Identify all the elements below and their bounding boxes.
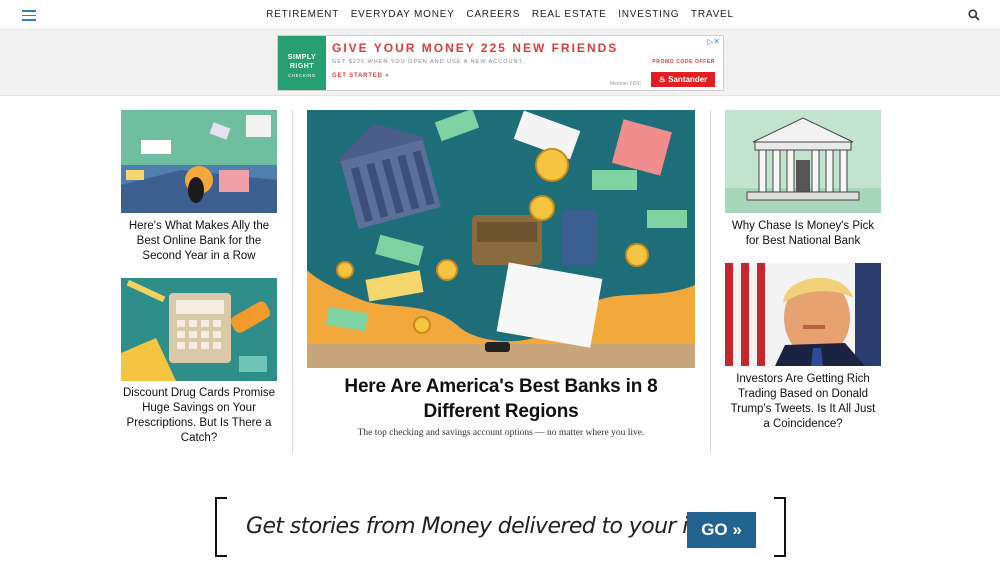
column-divider-left [292,110,293,452]
nav-real-estate[interactable]: REAL ESTATE [532,9,607,20]
column-divider-right [710,110,711,452]
santander-ad[interactable]: SIMPLY RIGHT CHECKING GIVE YOUR MONEY 22… [277,35,724,91]
bracket-right [774,497,786,557]
ad-headline: GIVE YOUR MONEY 225 NEW FRIENDS [332,41,619,55]
top-nav: RETIREMENT EVERYDAY MONEY CAREERS REAL E… [0,0,1000,30]
story-title-chase[interactable]: Why Chase Is Money's Pick for Best Natio… [726,219,880,249]
nav-investing[interactable]: INVESTING [618,9,679,20]
story-image-ally[interactable] [121,110,277,213]
main-story-title[interactable]: Here Are America's Best Banks in 8 Diffe… [307,374,695,424]
ad-choices-icon[interactable]: ▷✕ [707,37,720,46]
ad-subline: GET $225 WHEN YOU OPEN AND USE A NEW ACC… [332,59,525,65]
nav-careers[interactable]: CAREERS [466,9,520,20]
ad-promo-text: PROMO CODE OFFER [652,59,715,65]
newsletter-go-button[interactable]: GO » [687,512,756,548]
story-title-drug-cards[interactable]: Discount Drug Cards Promise Huge Savings… [122,386,276,446]
nav-travel[interactable]: TRAVEL [691,9,734,20]
ad-get-started-link[interactable]: GET STARTED » [332,73,389,79]
nav-retirement[interactable]: RETIREMENT [266,9,339,20]
story-image-trump[interactable] [725,263,881,366]
section-nav: RETIREMENT EVERYDAY MONEY CAREERS REAL E… [0,9,1000,20]
ad-band: SIMPLY RIGHT CHECKING GIVE YOUR MONEY 22… [0,30,1000,96]
story-title-trump-tweets[interactable]: Investors Are Getting Rich Trading Based… [726,372,880,432]
search-icon[interactable] [968,9,980,21]
story-title-ally[interactable]: Here's What Makes Ally the Best Online B… [122,219,276,264]
main-story-dek: The top checking and savings account opt… [357,428,645,438]
story-image-chase[interactable] [725,110,881,213]
ad-fdic-text: Member FDIC [610,81,642,87]
newsletter-signup: Get stories from Money delivered to your… [215,497,786,557]
nav-everyday-money[interactable]: EVERYDAY MONEY [351,9,455,20]
ad-brand-logo: ♨ Santander [651,72,715,87]
story-image-best-banks[interactable] [307,110,695,368]
ad-logo: SIMPLY RIGHT CHECKING [278,36,326,90]
bracket-left [215,497,227,557]
story-image-drug-cards[interactable] [121,278,277,381]
newsletter-prompt: Get stories from Money delivered to your… [246,514,740,539]
